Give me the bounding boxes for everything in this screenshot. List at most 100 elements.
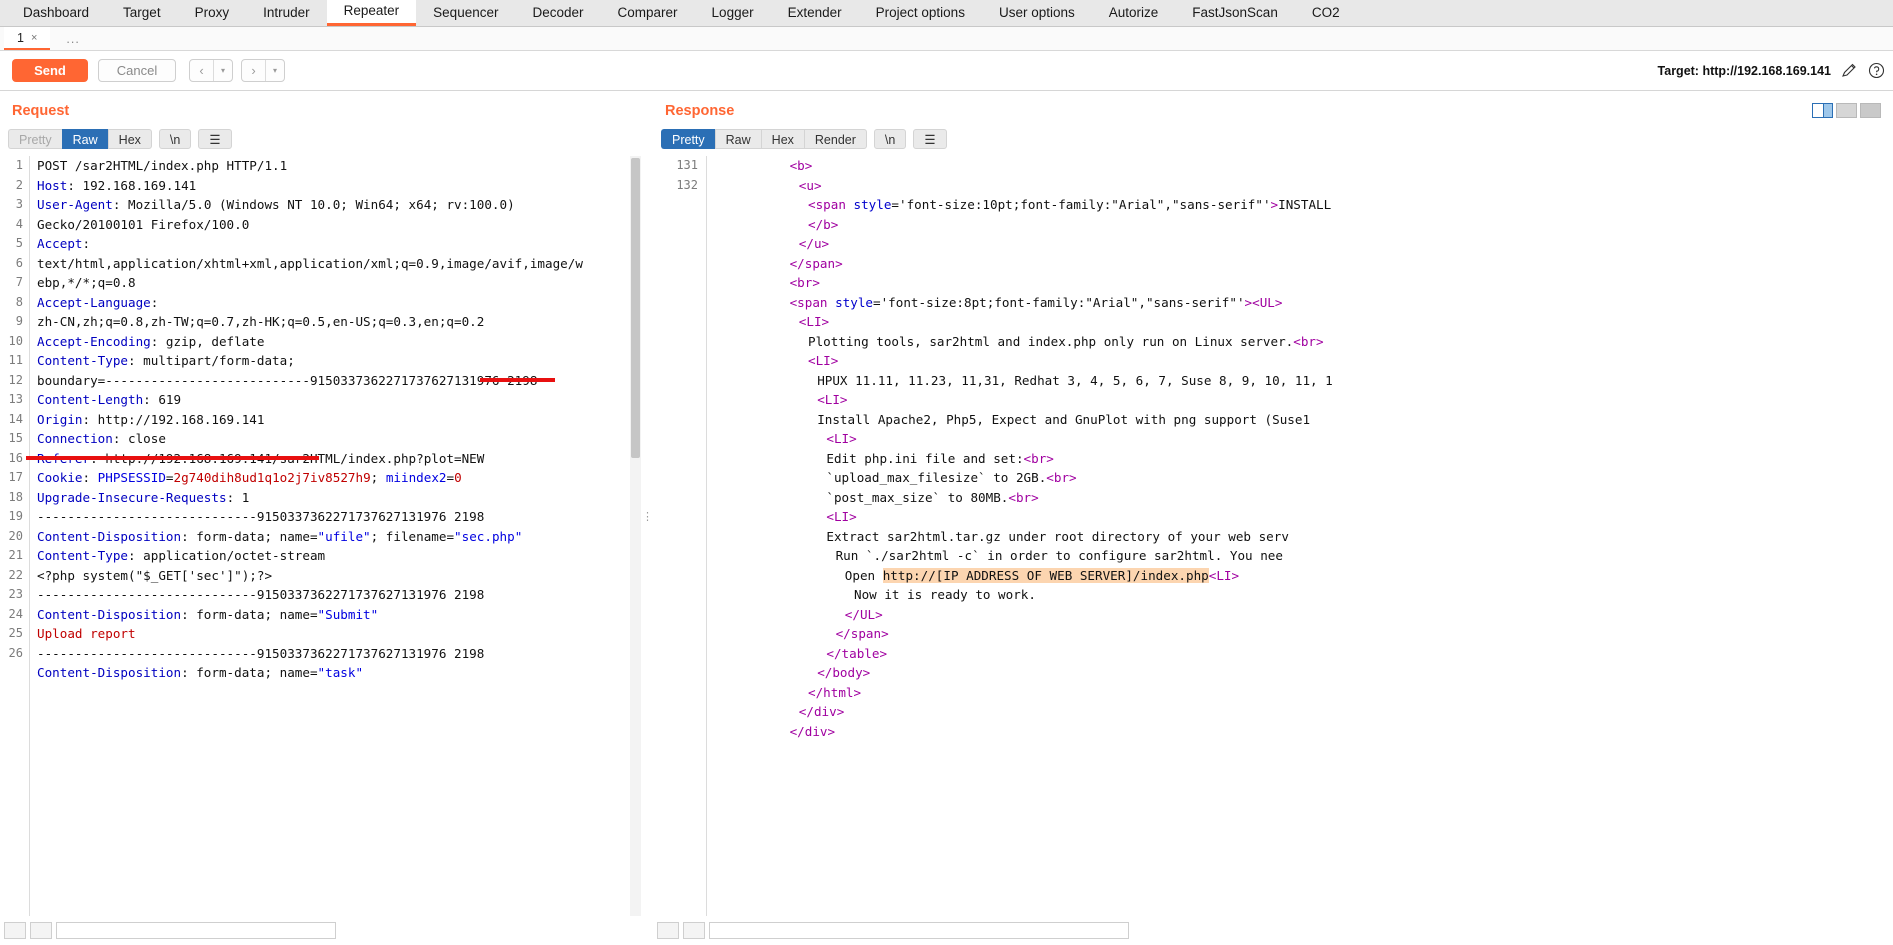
response-subtab-raw[interactable]: Raw bbox=[714, 129, 761, 149]
cancel-button[interactable]: Cancel bbox=[98, 59, 176, 82]
forward-nav-group[interactable]: › ▾ bbox=[241, 59, 285, 82]
code-token: : close bbox=[112, 431, 166, 446]
response-subtab-render[interactable]: Render bbox=[803, 129, 867, 149]
code-token: </b> bbox=[808, 216, 839, 232]
code-token: PHPSESSID bbox=[97, 470, 166, 485]
code-token: <u> bbox=[798, 177, 822, 193]
response-subtab-n[interactable]: \n bbox=[873, 129, 907, 149]
code-token: "ufile" bbox=[317, 528, 371, 544]
tab-fastjsonscan[interactable]: FastJsonScan bbox=[1175, 0, 1295, 26]
code-line: <br> bbox=[716, 273, 1893, 293]
line-number: 21 bbox=[8, 548, 23, 562]
single-view-icon[interactable] bbox=[1860, 103, 1881, 118]
filter-icon[interactable] bbox=[683, 921, 705, 939]
code-line: <LI> bbox=[716, 507, 1893, 527]
tab-logger[interactable]: Logger bbox=[695, 0, 771, 26]
send-button[interactable]: Send bbox=[12, 59, 88, 82]
code-line: </UL> bbox=[716, 605, 1893, 625]
tab-dashboard[interactable]: Dashboard bbox=[6, 0, 106, 26]
request-subtab-n[interactable]: \n bbox=[158, 129, 192, 149]
code-line: </html> bbox=[716, 683, 1893, 703]
code-token: <span bbox=[789, 294, 836, 310]
tab-co2[interactable]: CO2 bbox=[1295, 0, 1357, 26]
split-view-icon[interactable] bbox=[1812, 103, 1833, 118]
code-line: POST /sar2HTML/index.php HTTP/1.1 bbox=[37, 156, 641, 176]
response-subtab-hex[interactable]: Hex bbox=[760, 129, 804, 149]
code-line: Plotting tools, sar2html and index.php o… bbox=[716, 332, 1893, 352]
code-line: Extract sar2html.tar.gz under root direc… bbox=[716, 527, 1893, 547]
response-editor[interactable]: 131 132 <b> <u> <span style='font-size:10pt… bbox=[653, 156, 1893, 916]
back-nav-group[interactable]: ‹ ▾ bbox=[189, 59, 233, 82]
back-chevron-down-icon[interactable]: ▾ bbox=[213, 60, 232, 81]
code-line: Content-Disposition: form-data; name="Su… bbox=[37, 605, 641, 625]
close-icon[interactable]: × bbox=[31, 32, 37, 44]
tab-extender[interactable]: Extender bbox=[771, 0, 859, 26]
search-icon[interactable] bbox=[657, 921, 679, 939]
search-input[interactable] bbox=[709, 921, 1129, 939]
line-number: 7 bbox=[15, 275, 23, 289]
code-token: Origin bbox=[37, 411, 83, 427]
code-token: Edit php.ini file and set: bbox=[826, 450, 1024, 466]
pane-divider-handle[interactable]: ⋮ bbox=[641, 91, 653, 941]
code-token: : Mozilla/5.0 (Windows NT 10.0; Win64; x… bbox=[112, 197, 515, 212]
forward-chevron-down-icon[interactable]: ▾ bbox=[265, 60, 284, 81]
tab-user-options[interactable]: User options bbox=[982, 0, 1092, 26]
line-number: 20 bbox=[8, 528, 23, 543]
code-token: </div> bbox=[798, 704, 845, 719]
line-number: 26 bbox=[8, 645, 23, 660]
tab-autorize[interactable]: Autorize bbox=[1092, 0, 1176, 26]
code-token: <b> bbox=[789, 158, 813, 173]
code-token: = bbox=[165, 470, 174, 485]
help-icon[interactable] bbox=[1868, 62, 1885, 79]
code-line: Now it is ready to work. bbox=[716, 585, 1893, 605]
add-repeater-tab-button[interactable]: ... bbox=[50, 27, 95, 50]
tab-proxy[interactable]: Proxy bbox=[178, 0, 247, 26]
tab-repeater[interactable]: Repeater bbox=[326, 0, 417, 26]
request-vertical-scrollbar[interactable] bbox=[630, 156, 641, 916]
search-input[interactable] bbox=[56, 921, 336, 939]
code-token: Gecko/20100101 Firefox/100.0 bbox=[37, 216, 250, 232]
code-token: <br> bbox=[1293, 333, 1324, 349]
scrollbar-thumb[interactable] bbox=[631, 158, 640, 458]
stacked-view-icon[interactable] bbox=[1836, 103, 1857, 118]
code-token: : bbox=[82, 470, 98, 485]
pencil-icon[interactable] bbox=[1841, 62, 1858, 79]
tab-target[interactable]: Target bbox=[106, 0, 178, 26]
line-number: 3 bbox=[15, 197, 23, 211]
code-token: Upgrade-Insecure-Requests bbox=[37, 489, 227, 505]
code-token: : multipart/form-data; bbox=[128, 353, 295, 368]
code-token: = bbox=[446, 470, 455, 485]
request-subtab-hex[interactable]: Hex bbox=[107, 129, 152, 149]
code-token: Extract sar2html.tar.gz under root direc… bbox=[826, 528, 1289, 544]
request-line-numbers: 1 2 3 4 5 6 7 8 9 10 11 12 13 14 15 16 17 18 19 20 21 22 23 24 2… bbox=[0, 156, 30, 916]
line-number: 132 bbox=[676, 177, 698, 192]
response-subtab-pretty[interactable]: Pretty bbox=[661, 129, 715, 149]
request-subtab-raw[interactable]: Raw bbox=[61, 129, 108, 149]
code-token: Content-Disposition bbox=[37, 665, 182, 680]
code-token: Accept-Language bbox=[37, 294, 151, 310]
tab-sequencer[interactable]: Sequencer bbox=[416, 0, 515, 26]
code-token: Host bbox=[37, 177, 68, 193]
forward-arrow-icon[interactable]: › bbox=[242, 60, 265, 81]
search-icon[interactable] bbox=[4, 921, 26, 939]
request-subtab-pretty[interactable]: Pretty bbox=[8, 129, 62, 149]
request-code[interactable]: POST /sar2HTML/index.php HTTP/1.1 Host: 1… bbox=[30, 156, 641, 916]
code-line: </body> bbox=[716, 663, 1893, 683]
request-subtab-[interactable]: ☰ bbox=[198, 129, 232, 149]
tab-intruder[interactable]: Intruder bbox=[246, 0, 327, 26]
response-code[interactable]: <b> <u> <span style='font-size:10pt;font-f… bbox=[707, 156, 1893, 916]
response-subtabs: Pretty Raw Hex Render \n ☰ bbox=[653, 128, 1893, 150]
back-arrow-icon[interactable]: ‹ bbox=[190, 60, 213, 81]
repeater-tab-1[interactable]: 1 × bbox=[4, 27, 51, 50]
code-token: </html> bbox=[808, 684, 862, 700]
tab-project-options[interactable]: Project options bbox=[859, 0, 982, 26]
code-line: Upgrade-Insecure-Requests: 1 bbox=[37, 488, 641, 508]
filter-icon[interactable] bbox=[30, 921, 52, 939]
request-editor[interactable]: 1 2 3 4 5 6 7 8 9 10 11 12 13 14 15 16 17 18 19 20 21 22 23 24 2… bbox=[0, 156, 641, 916]
tab-decoder[interactable]: Decoder bbox=[515, 0, 600, 26]
tab-comparer[interactable]: Comparer bbox=[601, 0, 695, 26]
response-subtab-[interactable]: ☰ bbox=[913, 129, 947, 149]
code-line: `upload_max_filesize` to 2GB.<br> bbox=[716, 468, 1893, 488]
code-token: Content-Type bbox=[37, 353, 128, 368]
line-number: 1 bbox=[15, 158, 23, 172]
